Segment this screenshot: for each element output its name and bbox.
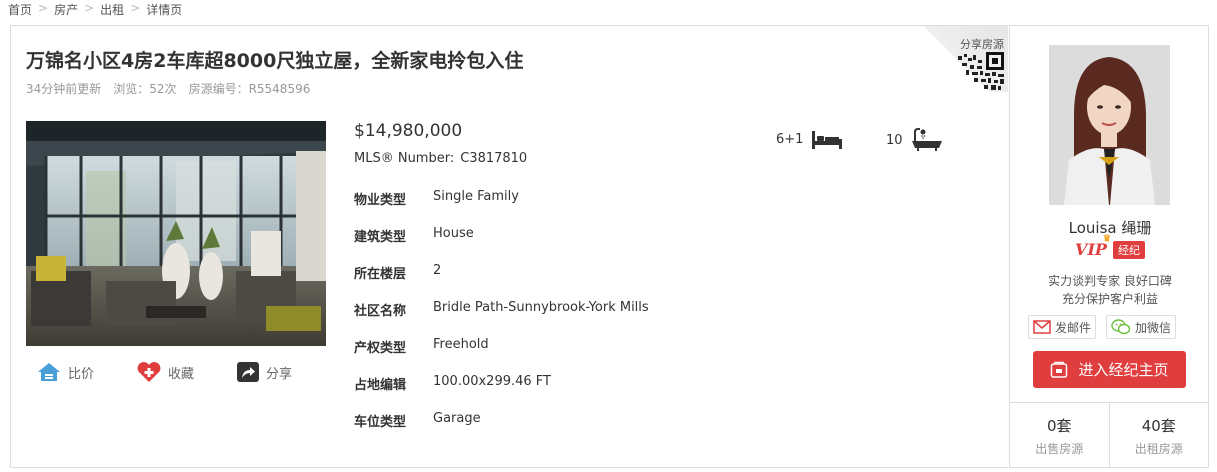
compare-label: 比价 [68,366,95,382]
mls-value: C3817810 [460,151,528,166]
breadcrumb-rent[interactable]: 出租 [100,1,124,18]
agent-homepage-button[interactable]: 进入经纪主页 [1033,351,1186,388]
for-sale-label: 出售房源 [1035,442,1084,456]
updated-time: 34分钟前更新 [26,82,102,96]
share-button[interactable]: 分享 [236,361,292,383]
listing-meta: 34分钟前更新 浏览：52次 房源编号：R5548596 [26,80,310,97]
for-sale-stat[interactable]: 0套 出售房源 [1010,403,1109,467]
share-arrow-icon [237,362,260,382]
vip-badge: VIP ♛ [1075,234,1111,259]
property-value: 2 [433,263,442,278]
agent-homepage-label: 进入经纪主页 [1078,361,1169,379]
mls-number: MLS® Number: C3817810 [354,151,527,166]
agent-badges: VIP ♛ 经纪 [1010,234,1210,259]
qr-code-icon [958,52,1004,90]
property-label: 车位类型 [354,415,407,430]
breadcrumb-detail: 详情页 [146,3,183,17]
share-listing-corner[interactable]: 分享房源 [922,26,1008,92]
listing-price: $14,980,000 [354,121,463,141]
parking-row: 车位类型 Garage [354,411,649,448]
agent-photo-image [1049,45,1170,205]
contact-actions: 发邮件 加微信 [1028,315,1177,339]
share-label: 分享 [266,366,293,382]
listing-title: 万锦名小区4房2车库超8000尺独立屋，全新家电拎包入住 [26,50,524,72]
wechat-icon [1111,319,1131,335]
for-rent-count: 40套 [1141,417,1176,435]
listing-actions: 比价 收藏 分享 [36,361,292,383]
property-details: 物业类型 Single Family 建筑类型 House 所在楼层 2 社区名… [354,189,649,448]
property-type-row: 物业类型 Single Family [354,189,649,226]
share-listing-label: 分享房源 [960,38,1004,51]
add-wechat-label: 加微信 [1135,320,1172,335]
listing-card: 万锦名小区4房2车库超8000尺独立屋，全新家电拎包入住 34分钟前更新 浏览：… [10,25,1008,468]
add-wechat-button[interactable]: 加微信 [1106,315,1177,339]
mls-label: MLS® Number: [354,151,455,166]
envelope-icon [1033,320,1051,334]
agent-stats: 0套 出售房源 40套 出租房源 [1010,402,1208,467]
bathroom-count: 10 [886,128,943,152]
listing-photo[interactable] [26,121,326,346]
agent-card: Louisa 绳珊 VIP ♛ 经纪 实力谈判专家 良好口碑 充分保护客户利益 发… [1009,25,1209,468]
lobby-photo-image [26,121,326,346]
for-sale-count: 0套 [1046,417,1072,435]
favorite-button[interactable]: 收藏 [136,361,194,383]
send-email-label: 发邮件 [1055,320,1092,335]
lot-size-row: 占地编辑 100.00x299.46 FT [354,374,649,411]
agent-tags: 实力谈判专家 良好口碑 充分保护客户利益 [1010,272,1210,308]
bed-icon [812,131,843,149]
community-row: 社区名称 Bridle Path-Sunnybrook-York Mills [354,300,649,337]
property-label: 社区名称 [354,304,407,319]
property-value: House [433,226,474,241]
bedroom-count: 6+1 [776,128,843,150]
property-label: 占地编辑 [354,378,407,393]
send-email-button[interactable]: 发邮件 [1028,315,1097,339]
breadcrumb: 首页 > 房产 > 出租 > 详情页 [8,1,182,18]
floor-row: 所在楼层 2 [354,263,649,300]
property-value: Garage [433,411,481,426]
property-label: 物业类型 [354,193,407,208]
breadcrumb-separator: > [84,1,95,15]
favorite-label: 收藏 [168,366,195,382]
ownership-row: 产权类型 Freehold [354,337,649,374]
property-label: 建筑类型 [354,230,407,245]
breadcrumb-home[interactable]: 首页 [8,1,32,18]
property-value: Bridle Path-Sunnybrook-York Mills [433,300,649,315]
property-value: Freehold [433,337,489,352]
agent-tag-line: 充分保护客户利益 [1061,292,1158,306]
house-compare-icon [38,363,60,381]
for-rent-label: 出租房源 [1134,442,1183,456]
property-value: Single Family [433,189,519,204]
bedroom-value: 6+1 [776,131,804,147]
property-label: 产权类型 [354,341,407,356]
bathroom-value: 10 [886,132,903,148]
building-type-row: 建筑类型 House [354,226,649,263]
crown-icon: ♛ [1102,234,1111,244]
listing-id: 房源编号：R5548596 [188,82,311,96]
agent-role-badge: 经纪 [1112,240,1145,259]
property-value: 100.00x299.46 FT [433,374,551,389]
view-count: 浏览：52次 [113,82,177,96]
bathtub-icon [911,128,942,151]
breadcrumb-separator: > [130,1,141,15]
for-rent-stat[interactable]: 40套 出租房源 [1108,403,1209,467]
home-page-icon [1051,361,1068,378]
compare-button[interactable]: 比价 [36,361,94,383]
heart-plus-icon [137,362,161,382]
breadcrumb-separator: > [38,1,49,15]
property-label: 所在楼层 [354,267,407,282]
agent-tag-line: 实力谈判专家 良好口碑 [1048,274,1172,288]
avatar[interactable] [1049,45,1170,205]
breadcrumb-property[interactable]: 房产 [54,1,78,18]
